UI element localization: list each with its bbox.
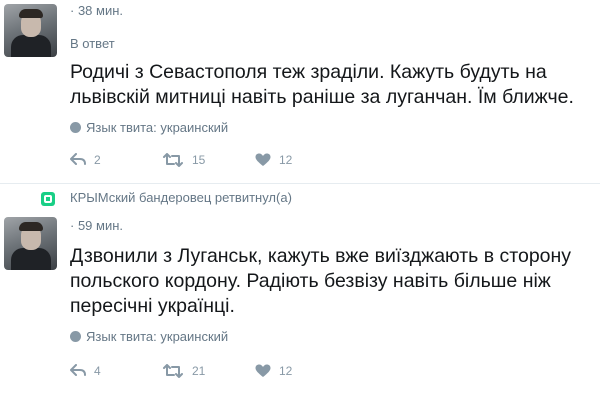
retweet-button[interactable]: 15 [162,150,205,170]
retweet-button[interactable]: 21 [162,361,205,381]
reply-context: В ответ [70,36,115,51]
author-avatar[interactable] [4,217,57,270]
reply-prefix: В ответ [70,36,115,51]
like-count: 12 [279,364,293,378]
tweet-language-label: Язык твита: украинский [86,329,229,344]
tweet-time[interactable]: · 38 мин. [70,3,123,18]
retweet-context[interactable]: КРЫМский бандеровец ретвитнул(а) [70,190,292,205]
retweet-count: 21 [192,364,206,378]
heart-icon [255,364,271,377]
tweet-header: · 59 мин. [70,218,123,233]
tweet-language: Язык твита: украинский [70,329,228,344]
reply-count: 2 [94,153,101,167]
like-button[interactable]: 12 [255,150,292,170]
like-count: 12 [279,153,293,167]
heart-icon [255,153,271,166]
tweet-text: Дзвонили з Луганськ, кажуть вже виїзджаю… [70,245,572,317]
globe-icon [70,331,81,342]
reply-count: 4 [94,364,101,378]
tweet[interactable]: КРЫМский бандеровец ретвитнул(а) · 59 ми… [0,184,600,400]
tweet-header: · 38 мин. [70,3,123,18]
reply-icon [70,364,86,376]
retweet-badge-icon [41,192,55,206]
tweet-language: Язык твита: украинский [70,120,228,135]
tweet[interactable]: · 38 мин. В ответ Родичі з Севастополя т… [0,0,600,184]
like-button[interactable]: 12 [255,361,292,381]
tweet-language-label: Язык твита: украинский [86,120,229,135]
author-avatar[interactable] [4,4,57,57]
globe-icon [70,122,81,133]
retweet-icon [163,153,183,167]
reply-button[interactable]: 4 [70,361,101,381]
retweet-count: 15 [192,153,206,167]
reply-icon [70,153,86,165]
retweet-icon [163,364,183,378]
tweet-time[interactable]: · 59 мин. [70,218,123,233]
reply-button[interactable]: 2 [70,150,101,170]
tweet-text: Родичі з Севастополя теж зраділи. Кажуть… [70,61,574,108]
